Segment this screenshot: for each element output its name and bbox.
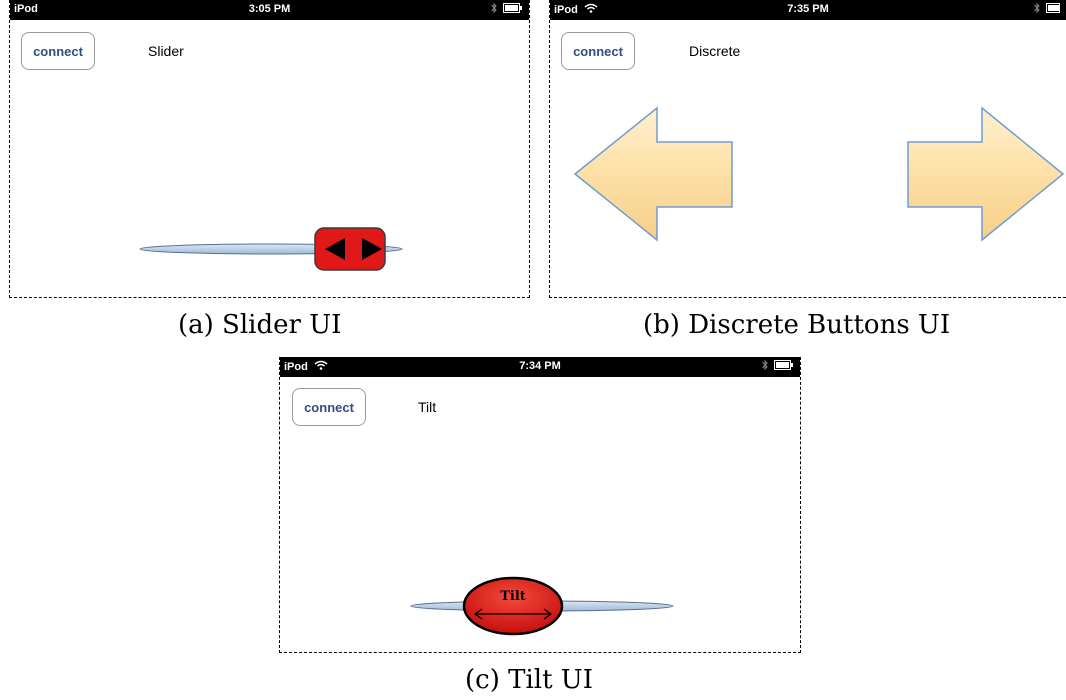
left-arrow-icon[interactable] bbox=[573, 106, 733, 242]
tilt-knob[interactable]: Tilt bbox=[462, 576, 564, 636]
caption-tilt-ui: (c) Tilt UI bbox=[465, 665, 593, 695]
slider-ui-screen: iPod 3:05 PM connect Slider bbox=[9, 0, 530, 298]
tilt-ui-screen: iPod 7:34 PM connect Tilt Tilt bbox=[279, 357, 801, 653]
tilt-control[interactable]: Tilt bbox=[280, 357, 802, 653]
slider-control[interactable] bbox=[10, 0, 531, 298]
discrete-arrows bbox=[573, 106, 1065, 242]
left-right-arrows-icon[interactable] bbox=[314, 227, 386, 271]
right-arrow-icon[interactable] bbox=[907, 106, 1065, 242]
caption-slider-ui: (a) Slider UI bbox=[178, 310, 342, 340]
caption-discrete-ui: (b) Discrete Buttons UI bbox=[643, 310, 951, 340]
discrete-ui-screen: iPod 7:35 PM connect Discrete bbox=[549, 0, 1066, 298]
tilt-knob-label: Tilt bbox=[500, 589, 526, 604]
